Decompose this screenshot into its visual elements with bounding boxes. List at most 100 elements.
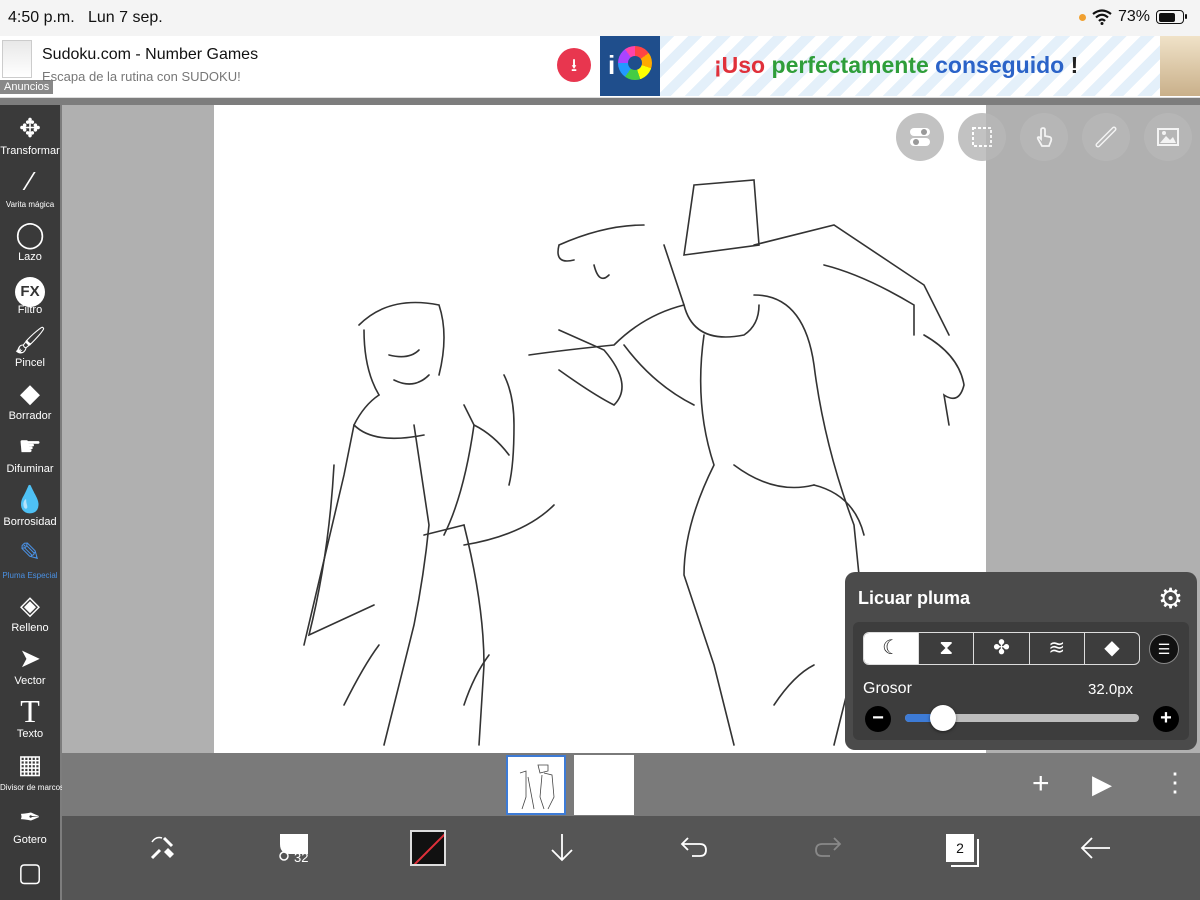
tool-smudge[interactable]: ☛ Difuminar	[0, 429, 60, 482]
hourglass-icon[interactable]: ⧗	[919, 633, 975, 664]
download-arrow-icon[interactable]	[546, 832, 578, 869]
gear-icon[interactable]: ⚙	[1158, 582, 1183, 615]
text-icon: T	[20, 693, 40, 729]
ad-promo[interactable]: ¡Uso perfectamente conseguido !	[660, 36, 1160, 96]
battery-fill	[1158, 12, 1176, 22]
brush-size-button[interactable]: 32	[278, 832, 318, 868]
bottom-bar: 32 2	[62, 816, 1200, 900]
frame-strip	[62, 753, 986, 816]
decrease-thickness-button[interactable]: −	[865, 706, 891, 732]
brush-panel: Licuar pluma ⚙ ☾ ⧗ ✤ ≋ ◆ ☰ Grosor 32.0px…	[845, 572, 1197, 750]
tool-label: Transformar	[0, 145, 60, 157]
eraser-icon[interactable]: ◆	[1085, 633, 1139, 664]
wifi-icon	[1092, 9, 1112, 25]
blur-drop-icon: 💧	[13, 484, 47, 514]
tool-label: Lazo	[18, 251, 42, 263]
brush-size-value: 32	[294, 850, 309, 865]
thickness-slider[interactable]	[905, 705, 1139, 731]
play-icon[interactable]: ▶	[1092, 769, 1112, 800]
brush-icon: 🖌	[13, 325, 47, 355]
tool-lasso[interactable]: ◯ Lazo	[0, 217, 60, 270]
tool-label: Relleno	[11, 622, 49, 634]
frame-divider-icon: ▦	[17, 749, 43, 779]
battery-percent: 73%	[1117, 8, 1150, 25]
promo-word-3: conseguido	[935, 52, 1065, 78]
slider-thumb[interactable]	[930, 705, 957, 731]
back-arrow-icon[interactable]	[1078, 832, 1112, 869]
tool-label: Pincel	[15, 357, 45, 369]
frame-thumbnail-1[interactable]	[506, 755, 566, 815]
status-bar: 4:50 p.m. Lun 7 sep. 73%	[0, 0, 1200, 36]
thickness-label: Grosor	[863, 680, 912, 697]
tool-brush[interactable]: 🖌 Pincel	[0, 323, 60, 376]
tool-eyedropper[interactable]: ✒ Gotero	[0, 800, 60, 853]
ruler-icon[interactable]	[1082, 113, 1130, 161]
more-options-icon[interactable]: ⋮	[1162, 767, 1188, 798]
moon-icon[interactable]: ☾	[864, 633, 920, 664]
frame-tools: + ▶ ⋮	[986, 753, 1200, 816]
layers-count: 2	[946, 834, 974, 862]
ibis-paint-logo-icon[interactable]: i	[600, 36, 660, 96]
tool-frame-divider[interactable]: ▦ Divisor de marcos	[0, 747, 65, 800]
undo-icon[interactable]	[678, 834, 710, 867]
ad-promo-text: ¡Uso perfectamente conseguido !	[714, 52, 1078, 79]
tool-fill[interactable]: ◈ Relleno	[0, 588, 60, 641]
status-right: 73%	[1078, 8, 1187, 26]
ad-character-image[interactable]	[1160, 36, 1200, 96]
ad-thumbnail[interactable]	[2, 40, 32, 78]
wifi-brush-icon[interactable]: ≋	[1030, 633, 1085, 664]
ad-banner[interactable]: Anuncios Sudoku.com - Number Games Escap…	[0, 36, 1200, 98]
tool-canvas[interactable]: ▢	[0, 855, 60, 895]
increase-thickness-button[interactable]: +	[1153, 706, 1179, 732]
status-date: Lun 7 sep.	[88, 9, 163, 26]
selection-icon[interactable]	[958, 113, 1006, 161]
frame-thumbnail-2[interactable]	[574, 755, 634, 815]
brush-panel-title: Licuar pluma	[858, 588, 971, 608]
sliders-icon[interactable]: ☰	[1149, 634, 1179, 664]
download-icon[interactable]: ⭳	[557, 48, 591, 82]
tool-vector[interactable]: ➤ Vector	[0, 641, 60, 694]
tool-filter[interactable]: FX Filtro	[0, 270, 60, 323]
toggle-icon[interactable]	[896, 113, 944, 161]
eraser-icon: ◆	[20, 378, 40, 408]
tool-label: Borrador	[8, 410, 52, 422]
tool-special-pen[interactable]: ✎ Pluma Especial	[0, 535, 60, 588]
tool-label: Borrosidad	[3, 516, 57, 528]
image-icon[interactable]	[1144, 113, 1192, 161]
tool-eraser[interactable]: ◆ Borrador	[0, 376, 60, 429]
status-time: 4:50 p.m.	[8, 9, 75, 26]
tool-label: Filtro	[17, 304, 43, 316]
tool-label: Varita mágica	[5, 200, 55, 209]
tool-label: Divisor de marcos	[0, 783, 65, 792]
tool-label: Gotero	[13, 834, 47, 846]
eyedropper-icon: ✒	[19, 802, 41, 832]
layers-button[interactable]: 2	[946, 834, 974, 862]
promo-word-4: !	[1070, 52, 1079, 78]
tool-label: Vector	[14, 675, 46, 687]
tool-transform[interactable]: ✥ Transformar	[0, 111, 60, 164]
swap-tool-icon[interactable]	[146, 832, 178, 869]
ad-subtitle: Escapa de la rutina con SUDOKU!	[42, 69, 241, 84]
thickness-value: 32.0px	[1088, 681, 1134, 698]
tool-magic-wand[interactable]: ⁄ Varita mágica	[0, 164, 60, 217]
touch-hand-icon[interactable]	[1020, 113, 1068, 161]
redo-icon[interactable]	[812, 834, 844, 867]
battery-icon	[1156, 10, 1187, 24]
tool-text[interactable]: T Texto	[0, 694, 60, 747]
tool-sidebar: ✥ Transformar ⁄ Varita mágica ◯ Lazo FX …	[0, 105, 65, 900]
color-picker[interactable]	[410, 830, 446, 866]
privacy-dot-icon	[1078, 13, 1086, 21]
move-icon: ✥	[19, 113, 41, 143]
tool-label: Difuminar	[6, 463, 54, 475]
promo-word-2: perfectamente	[771, 52, 929, 78]
special-pen-icon: ✎	[19, 537, 41, 567]
cursor-icon: ➤	[19, 643, 41, 673]
magic-wand-icon: ⁄	[27, 166, 33, 196]
canvas-frame-icon: ▢	[17, 857, 43, 887]
smudge-icon: ☛	[18, 431, 42, 461]
clover-icon[interactable]: ✤	[974, 633, 1030, 664]
current-color-swatch	[410, 830, 446, 866]
add-frame-icon[interactable]: +	[1032, 767, 1050, 801]
ad-title[interactable]: Sudoku.com - Number Games	[42, 46, 258, 64]
tool-blur[interactable]: 💧 Borrosidad	[0, 482, 60, 535]
